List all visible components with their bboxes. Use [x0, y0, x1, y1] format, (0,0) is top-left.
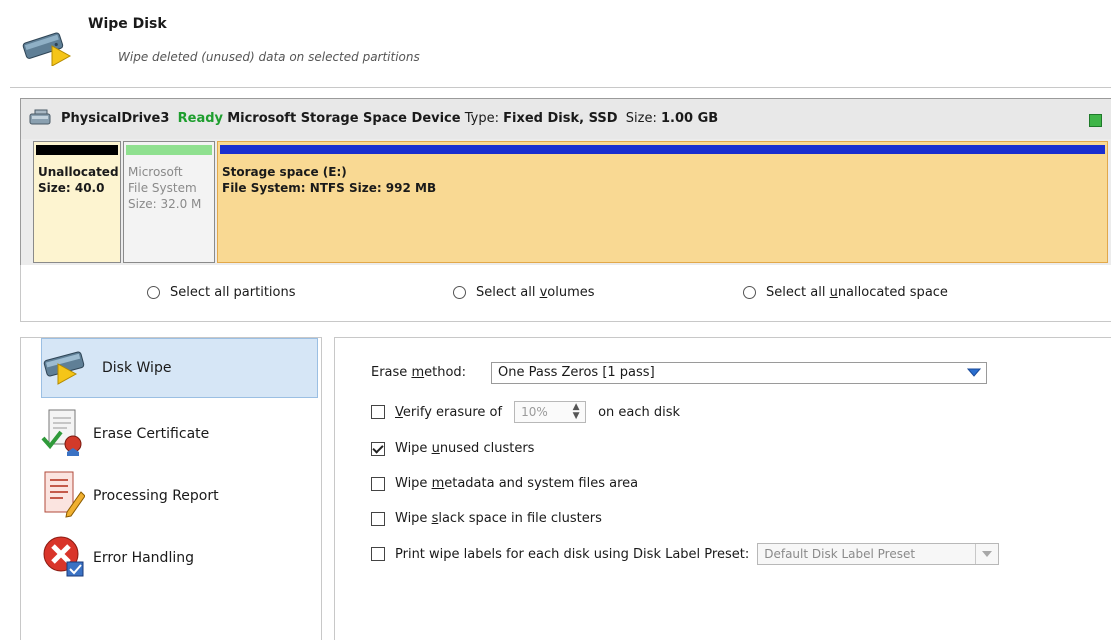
partition-fs: File System	[128, 181, 197, 195]
wipe-metadata-label: Wipe metadata and system files area	[395, 476, 639, 491]
options-nav: Disk Wipe Erase Certificate Processing R…	[20, 337, 322, 640]
disk-label-preset-dropdown[interactable]: Default Disk Label Preset	[757, 543, 1000, 565]
disk-wipe-icon	[42, 346, 94, 390]
disk-type-value: Fixed Disk, SSD	[503, 111, 618, 126]
page-subtitle: Wipe deleted (unused) data on selected p…	[118, 50, 420, 64]
chevron-down-icon[interactable]	[975, 544, 998, 564]
verify-erasure-checkbox[interactable]	[371, 405, 385, 419]
nav-item-erase-certificate[interactable]: Erase Certificate	[41, 404, 321, 464]
partition-bar	[36, 145, 118, 155]
page-title: Wipe Disk	[88, 16, 167, 32]
disk-type-label: Type:	[464, 111, 499, 126]
error-icon	[41, 534, 85, 582]
disk-status: Ready	[177, 111, 224, 126]
radio-circle[interactable]	[453, 286, 466, 299]
nav-item-error-handling[interactable]: Error Handling	[41, 528, 321, 588]
verify-erasure-label: Verify erasure of	[395, 404, 503, 420]
wipe-slack-row: Wipe slack space in file clusters	[371, 511, 602, 526]
disk-name: PhysicalDrive3	[61, 111, 170, 126]
select-all-partitions-radio[interactable]: Select all partitions	[147, 285, 296, 300]
partition-microsoft[interactable]: Microsoft File System Size: 32.0 M	[123, 141, 215, 263]
verify-percent-stepper[interactable]: 10% ▲ ▼	[514, 401, 587, 423]
stepper-arrows-icon[interactable]: ▲ ▼	[569, 403, 583, 421]
partition-bar	[220, 145, 1105, 154]
erase-method-value: One Pass Zeros [1 pass]	[498, 365, 655, 380]
nav-item-label: Disk Wipe	[102, 360, 172, 376]
selection-row: Select all partitions Select all volumes…	[20, 265, 1111, 322]
verify-erasure-row: Verify erasure of 10% ▲ ▼ on each disk	[371, 401, 680, 423]
wipe-slack-label: Wipe slack space in file clusters	[395, 511, 602, 526]
wipe-slack-checkbox[interactable]	[371, 511, 385, 526]
report-icon	[41, 470, 86, 522]
erase-method-row: Erase method:	[371, 365, 466, 380]
wipe-unused-row: Wipe unused clusters	[371, 441, 534, 456]
print-labels-label: Print wipe labels for each disk using Di…	[395, 546, 750, 562]
header: Wipe Disk Wipe deleted (unused) data on …	[0, 0, 1111, 86]
partition-size: Size: 40.0	[38, 181, 105, 195]
radio-circle[interactable]	[743, 286, 756, 299]
nav-item-processing-report[interactable]: Processing Report	[41, 466, 321, 526]
chevron-down-icon[interactable]	[962, 363, 986, 383]
erase-method-dropdown[interactable]: One Pass Zeros [1 pass]	[491, 362, 987, 384]
disk-size-value: 1.00 GB	[661, 111, 719, 126]
disk-model: Microsoft Storage Space Device	[227, 111, 461, 126]
nav-item-label: Erase Certificate	[93, 426, 210, 442]
certificate-icon	[41, 408, 85, 460]
partition-fs: File System: NTFS Size: 992 MB	[222, 181, 437, 195]
wipe-metadata-row: Wipe metadata and system files area	[371, 476, 638, 491]
erase-method-label: Erase method:	[371, 365, 467, 380]
wipe-metadata-checkbox[interactable]	[371, 476, 385, 491]
nav-item-label: Error Handling	[93, 550, 194, 566]
partition-size: Size: 32.0 M	[128, 197, 202, 211]
radio-label: Select all partitions	[170, 285, 296, 300]
nav-item-disk-wipe[interactable]: Disk Wipe	[41, 338, 318, 398]
radio-circle[interactable]	[147, 286, 160, 299]
radio-label: Select all volumes	[476, 285, 595, 300]
drive-icon	[29, 109, 53, 131]
print-labels-row: Print wipe labels for each disk using Di…	[371, 543, 1000, 565]
partition-storage-space[interactable]: Storage space (E:) File System: NTFS Siz…	[217, 141, 1108, 263]
preset-value: Default Disk Label Preset	[764, 547, 916, 561]
wipe-unused-checkbox[interactable]	[371, 441, 385, 456]
partition-unallocated[interactable]: Unallocated Size: 40.0	[33, 141, 121, 263]
disk-header[interactable]: PhysicalDrive3 Ready Microsoft Storage S…	[21, 99, 1111, 139]
select-all-volumes-radio[interactable]: Select all volumes	[453, 285, 595, 300]
disk-map: PhysicalDrive3 Ready Microsoft Storage S…	[20, 98, 1111, 266]
disk-wipe-icon	[22, 28, 74, 70]
print-labels-checkbox[interactable]	[371, 547, 385, 561]
partition-label: Microsoft	[128, 165, 183, 179]
verify-percent-value: 10%	[521, 405, 548, 419]
disk-size-label: Size:	[625, 111, 657, 126]
radio-label: Select all unallocated space	[766, 285, 948, 300]
partition-label: Unallocated	[38, 165, 118, 179]
wipe-unused-label: Wipe unused clusters	[395, 441, 535, 456]
disk-status-indicator	[1089, 114, 1102, 127]
verify-suffix-label: on each disk	[598, 404, 681, 420]
disk-info: PhysicalDrive3 Ready Microsoft Storage S…	[61, 111, 718, 126]
header-divider	[10, 87, 1111, 88]
options-panel: Erase method: One Pass Zeros [1 pass] Ve…	[334, 337, 1111, 640]
select-all-unallocated-radio[interactable]: Select all unallocated space	[743, 285, 948, 300]
partition-bar	[126, 145, 212, 155]
partition-label: Storage space (E:)	[222, 165, 347, 179]
nav-item-label: Processing Report	[93, 488, 219, 504]
